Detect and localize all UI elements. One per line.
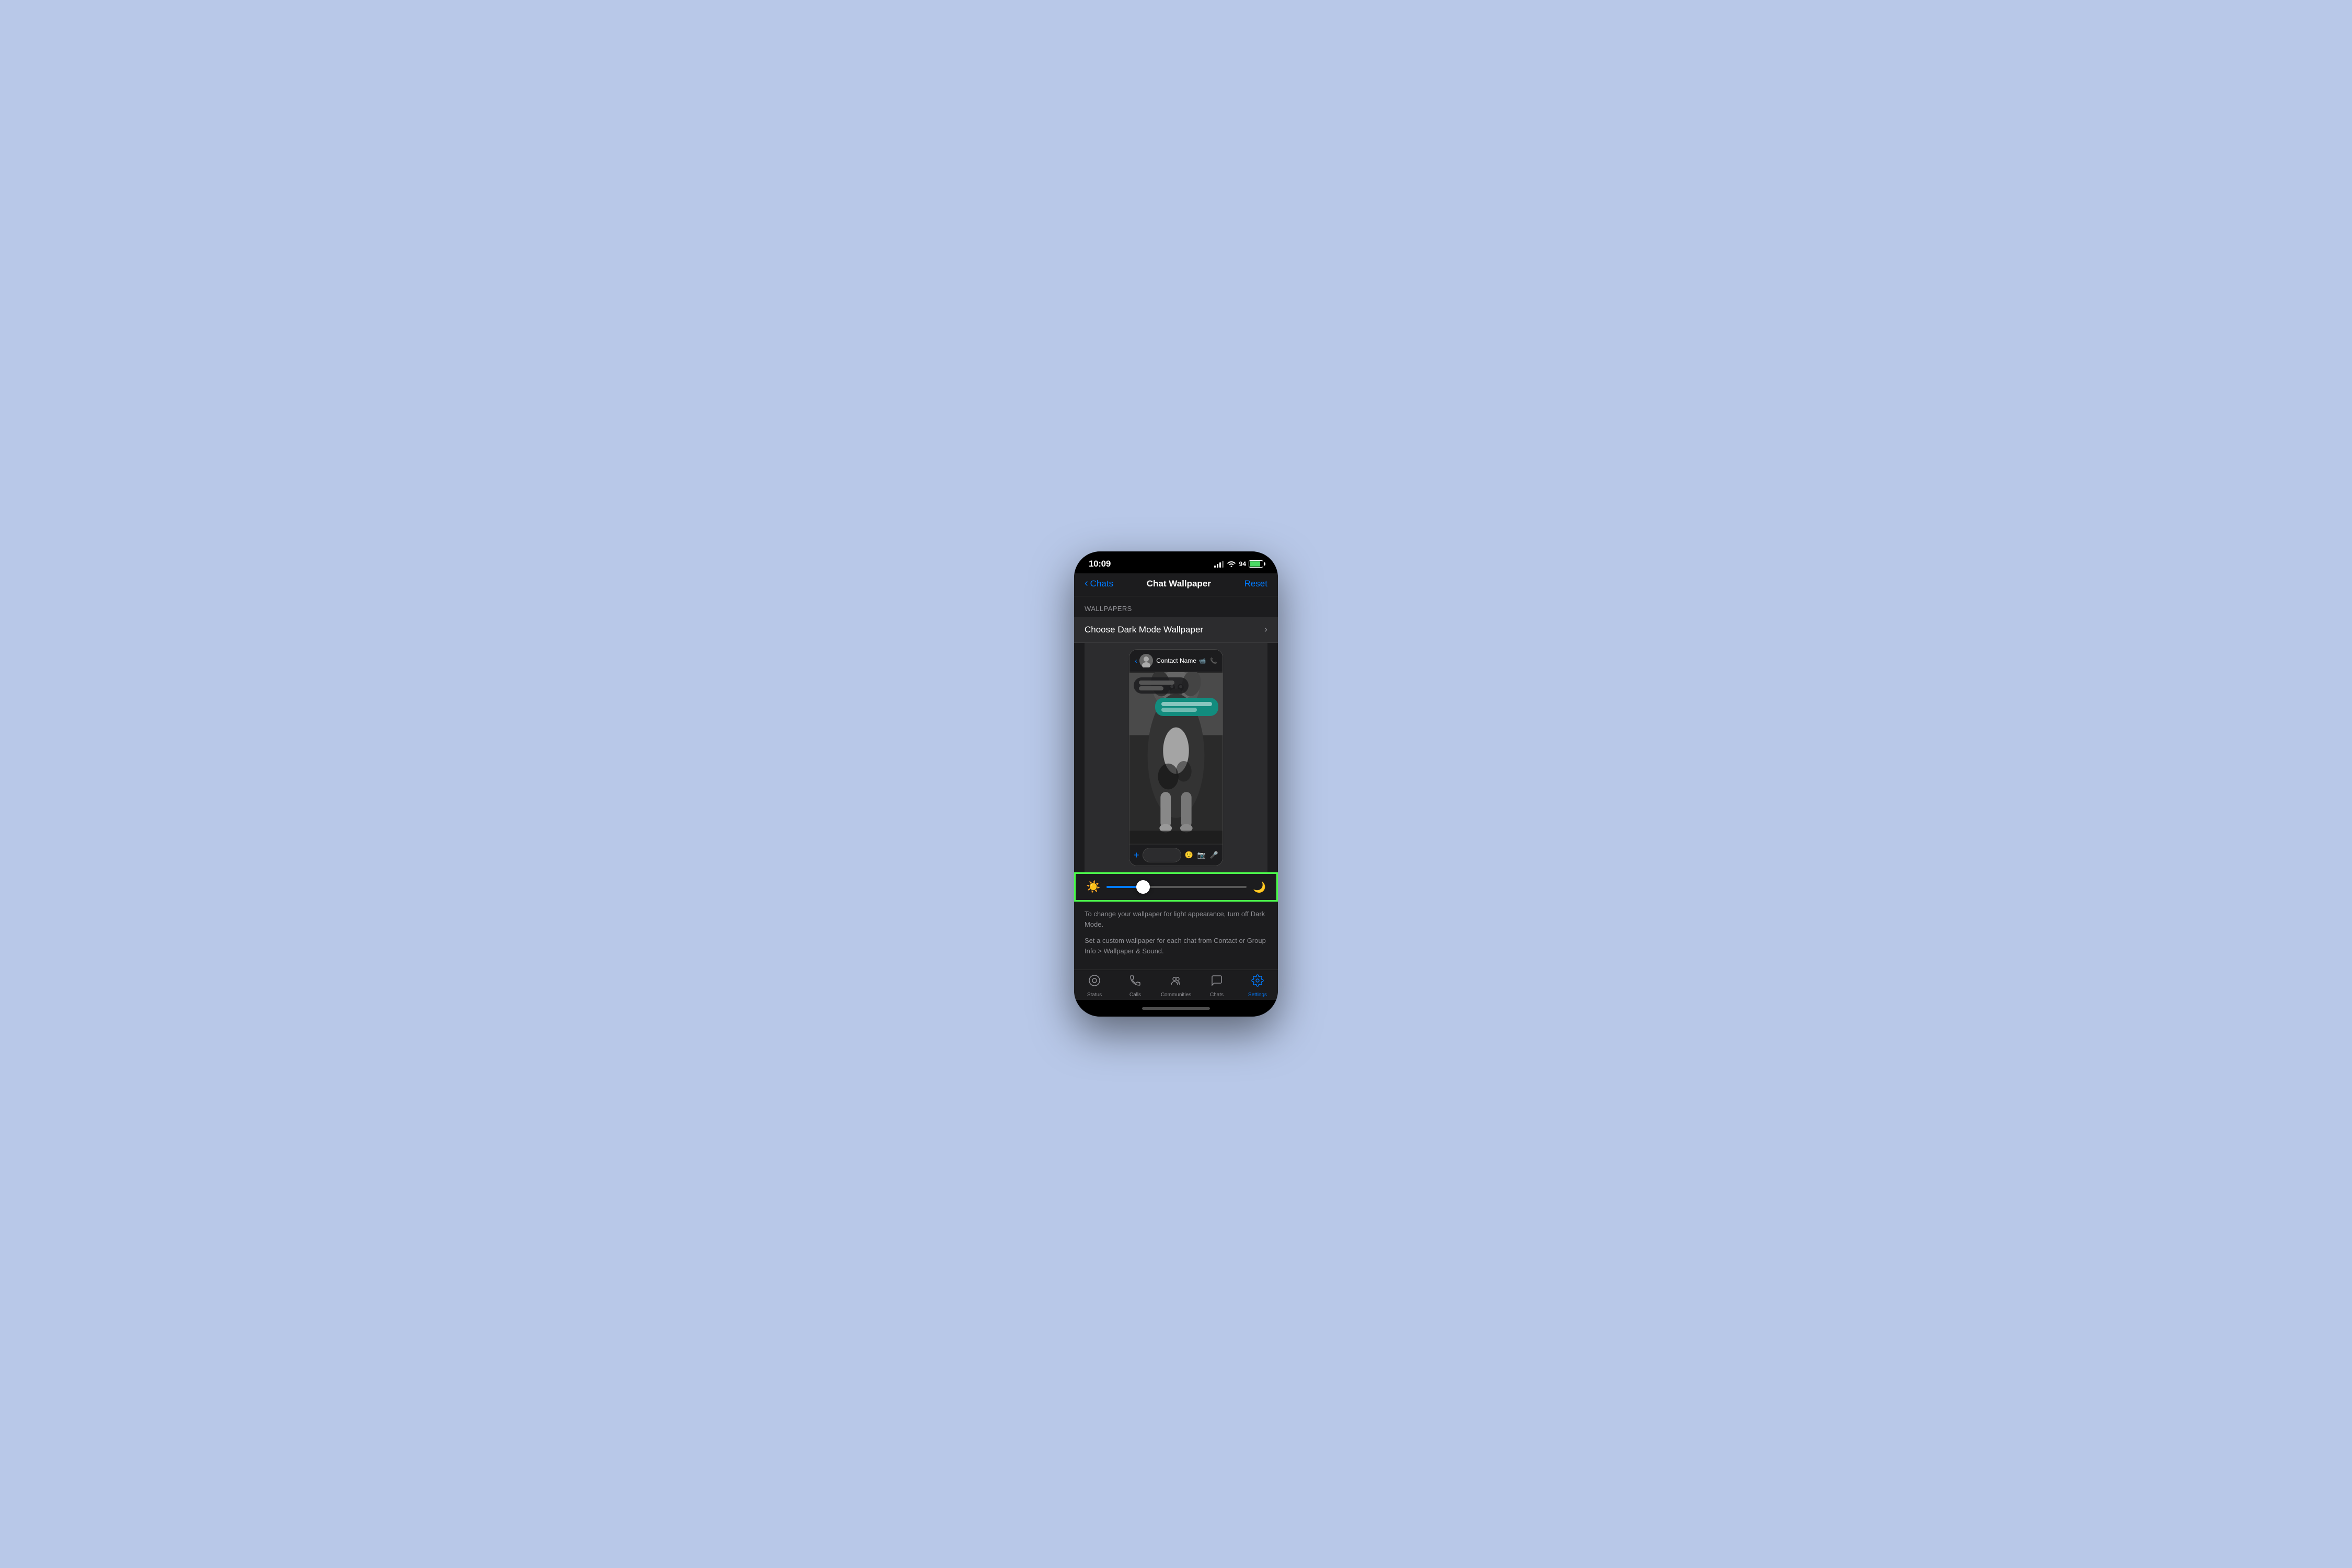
info-text-section: To change your wallpaper for light appea…: [1074, 902, 1278, 970]
back-label: Chats: [1090, 579, 1113, 589]
status-bar: 10:09 94: [1074, 551, 1278, 573]
preview-call-icons: 📹 📞: [1199, 658, 1217, 664]
tab-communities[interactable]: Communities: [1160, 974, 1192, 998]
chevron-right-icon: ›: [1264, 624, 1267, 635]
received-bubble: [1134, 677, 1189, 694]
preview-contact-name: Contact Name: [1156, 657, 1196, 664]
light-mode-note: To change your wallpaper for light appea…: [1085, 909, 1267, 929]
tab-settings[interactable]: Settings: [1242, 974, 1273, 998]
settings-tab-icon: [1251, 974, 1264, 990]
slider-thumb[interactable]: [1136, 880, 1150, 894]
preview-action-icons: 🙂 📷 🎤: [1184, 851, 1218, 859]
dark-mode-wallpaper-label: Choose Dark Mode Wallpaper: [1085, 625, 1203, 635]
sent-bubble: [1155, 698, 1219, 716]
calls-tab-icon: [1129, 974, 1142, 990]
wallpapers-section-header: WALLPAPERS: [1074, 596, 1278, 617]
preview-message-input: [1143, 848, 1182, 862]
content-area: WALLPAPERS Choose Dark Mode Wallpaper › …: [1074, 596, 1278, 970]
communities-tab-label: Communities: [1161, 992, 1191, 998]
preview-avatar: [1139, 654, 1153, 667]
wifi-icon: [1227, 560, 1236, 569]
chats-tab-icon: [1210, 974, 1223, 990]
status-tab-icon: [1088, 974, 1101, 990]
back-button[interactable]: ‹ Chats: [1085, 578, 1113, 590]
preview-input-bar: + 🙂 📷 🎤: [1129, 845, 1223, 866]
sticker-icon: 🙂: [1184, 851, 1193, 859]
sun-icon: ☀️: [1086, 880, 1100, 894]
custom-wallpaper-note: Set a custom wallpaper for each chat fro…: [1085, 936, 1267, 956]
page-title: Chat Wallpaper: [1147, 579, 1211, 589]
home-indicator: [1074, 1000, 1278, 1017]
battery-level: 94: [1239, 560, 1246, 568]
tab-chats[interactable]: Chats: [1201, 974, 1232, 998]
reset-button[interactable]: Reset: [1244, 579, 1267, 589]
signal-icon: [1214, 560, 1224, 568]
preview-body: [1129, 672, 1223, 845]
slider-row: ☀️ 🌙: [1086, 880, 1266, 894]
home-bar: [1142, 1007, 1210, 1010]
tab-calls[interactable]: Calls: [1120, 974, 1151, 998]
chevron-left-icon: ‹: [1085, 578, 1088, 590]
communities-tab-icon: [1170, 974, 1182, 990]
plus-icon: +: [1134, 850, 1139, 861]
chats-tab-label: Chats: [1210, 992, 1224, 998]
wallpaper-preview: ‹ Contact Name 📹 📞: [1085, 643, 1267, 872]
microphone-icon: 🎤: [1210, 851, 1218, 859]
preview-header: ‹ Contact Name 📹 📞: [1129, 650, 1223, 672]
dark-mode-wallpaper-item[interactable]: Choose Dark Mode Wallpaper ›: [1074, 617, 1278, 643]
settings-tab-label: Settings: [1248, 992, 1267, 998]
appearance-slider[interactable]: [1106, 886, 1247, 888]
status-tab-label: Status: [1087, 992, 1102, 998]
preview-contact-area: Contact Name: [1139, 654, 1196, 667]
status-time: 10:09: [1089, 559, 1111, 569]
phone-frame: 10:09 94: [1074, 551, 1278, 1017]
preview-phone-frame: ‹ Contact Name 📹 📞: [1129, 649, 1223, 866]
chat-messages: [1134, 677, 1218, 716]
battery-icon: [1249, 560, 1263, 568]
video-icon: 📹: [1199, 658, 1206, 664]
chat-wallpaper: [1129, 672, 1223, 845]
appearance-slider-section: ☀️ 🌙: [1074, 872, 1278, 902]
calls-tab-label: Calls: [1129, 992, 1141, 998]
battery-indicator: 94: [1239, 560, 1263, 568]
tab-bar: Status Calls Communities: [1074, 970, 1278, 1000]
phone-icon: 📞: [1210, 658, 1217, 664]
status-icons: 94: [1214, 560, 1263, 569]
camera-icon: 📷: [1197, 851, 1206, 859]
preview-back-icon: ‹: [1135, 656, 1137, 665]
tab-status[interactable]: Status: [1079, 974, 1110, 998]
moon-icon: 🌙: [1253, 881, 1266, 894]
navigation-bar: ‹ Chats Chat Wallpaper Reset: [1074, 573, 1278, 596]
